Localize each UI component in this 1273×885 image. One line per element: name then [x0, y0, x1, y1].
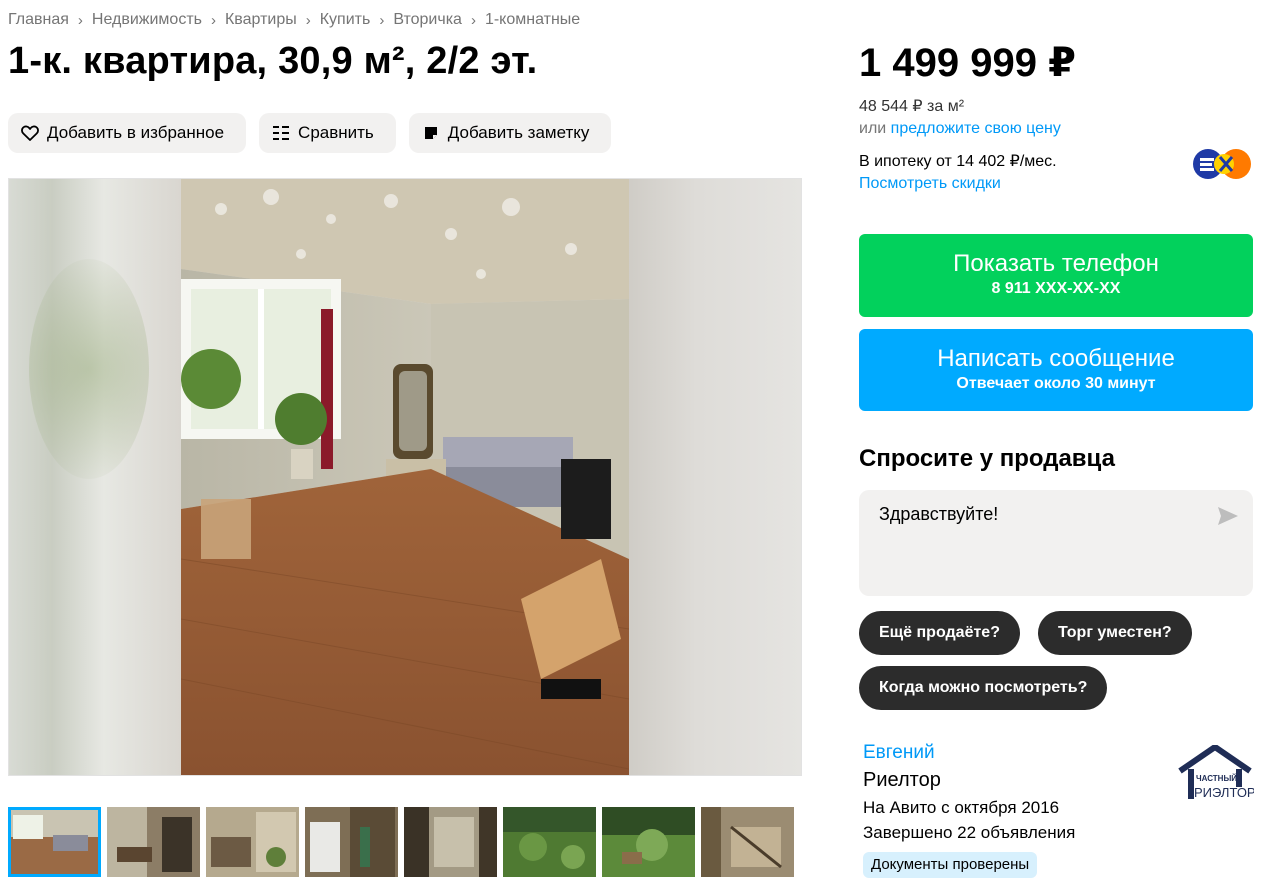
price: 1 499 999 ₽ — [859, 41, 1076, 85]
show-phone-button[interactable]: Показать телефон 8 911 XXX-XX-XX — [859, 234, 1253, 317]
ask-seller-input[interactable]: Здравствуйте! — [879, 504, 1209, 584]
compare-button[interactable]: Сравнить — [259, 113, 396, 153]
gallery-blur-right — [627, 179, 801, 775]
chip-bargain[interactable]: Торг уместен? — [1038, 611, 1192, 655]
breadcrumb-buy[interactable]: Купить — [320, 11, 371, 29]
view-discounts-link[interactable]: Посмотреть скидки — [859, 175, 1001, 193]
chevron-right-icon: › — [379, 11, 385, 29]
write-message-label: Написать сообщение — [937, 345, 1175, 372]
thumbnail-6[interactable] — [503, 807, 596, 877]
thumbnail-4[interactable] — [305, 807, 398, 877]
documents-verified-badge: Документы проверены — [863, 852, 1038, 878]
ask-seller-box: Здравствуйте! — [859, 490, 1253, 596]
photo-gallery[interactable] — [8, 178, 802, 776]
thumbnail-2[interactable] — [107, 807, 200, 877]
realtor-logo[interactable]: ЧАСТНЫЙ РИЭЛТОР — [1176, 743, 1256, 805]
offer-line: или предложите свою цену — [859, 120, 1061, 138]
response-time: Отвечает около 30 минут — [956, 375, 1156, 392]
breadcrumb-apartments[interactable]: Квартиры — [225, 11, 297, 29]
breadcrumb-secondary[interactable]: Вторичка — [393, 11, 462, 29]
chip-still-selling[interactable]: Ещё продаёте? — [859, 611, 1020, 655]
main-photo[interactable] — [181, 179, 629, 775]
note-icon — [421, 123, 441, 143]
thumbnail-8[interactable] — [701, 807, 794, 877]
seller-role: Риелтор — [863, 769, 941, 791]
show-phone-label: Показать телефон — [953, 250, 1159, 277]
realtor-logo-top-text: ЧАСТНЫЙ — [1196, 774, 1237, 783]
chevron-right-icon: › — [77, 11, 83, 29]
page-title: 1-к. квартира, 30,9 м², 2/2 эт. — [8, 40, 538, 82]
listing-actions: Добавить в избранное Сравнить Добавить з… — [8, 113, 612, 153]
add-to-favorites-label: Добавить в избранное — [47, 123, 225, 142]
thumbnail-1[interactable] — [8, 807, 101, 877]
compare-icon — [271, 123, 291, 143]
chevron-right-icon: › — [305, 11, 311, 29]
offer-prefix: или — [859, 120, 887, 137]
breadcrumb-one-room[interactable]: 1-комнатные — [485, 11, 580, 29]
mortgage-info: В ипотеку от 14 402 ₽/мес. — [859, 153, 1057, 170]
thumbnail-strip — [8, 807, 794, 877]
write-message-button[interactable]: Написать сообщение Отвечает около 30 мин… — [859, 329, 1253, 411]
thumbnail-5[interactable] — [404, 807, 497, 877]
thumbnail-3[interactable] — [206, 807, 299, 877]
chip-when-visit[interactable]: Когда можно посмотреть? — [859, 666, 1108, 710]
ask-seller-title: Спросите у продавца — [859, 445, 1115, 472]
breadcrumb-real-estate[interactable]: Недвижимость — [92, 11, 202, 29]
seller-name-link[interactable]: Евгений — [863, 742, 935, 764]
price-per-meter: 48 544 ₽ за м² — [859, 98, 965, 115]
add-note-label: Добавить заметку — [447, 123, 590, 142]
breadcrumb-home[interactable]: Главная — [8, 11, 69, 29]
phone-masked: 8 911 XXX-XX-XX — [991, 280, 1121, 297]
thumbnail-7[interactable] — [602, 807, 695, 877]
bank-logo-icon — [1192, 148, 1254, 180]
add-to-favorites-button[interactable]: Добавить в избранное — [8, 113, 247, 153]
chevron-right-icon: › — [210, 11, 216, 29]
chevron-right-icon: › — [470, 11, 476, 29]
send-icon[interactable] — [1217, 506, 1239, 526]
gallery-blur-left — [9, 179, 181, 775]
heart-icon — [20, 123, 40, 143]
realtor-logo-bottom-text: РИЭЛТОР — [1194, 785, 1254, 800]
add-note-button[interactable]: Добавить заметку — [408, 113, 612, 153]
seller-completed-listings: Завершено 22 объявления — [863, 823, 1076, 842]
breadcrumb: Главная › Недвижимость › Квартиры › Купи… — [8, 11, 580, 29]
seller-since: На Авито с октября 2016 — [863, 798, 1060, 817]
offer-price-link[interactable]: предложите свою цену — [891, 120, 1061, 137]
compare-label: Сравнить — [298, 123, 374, 142]
